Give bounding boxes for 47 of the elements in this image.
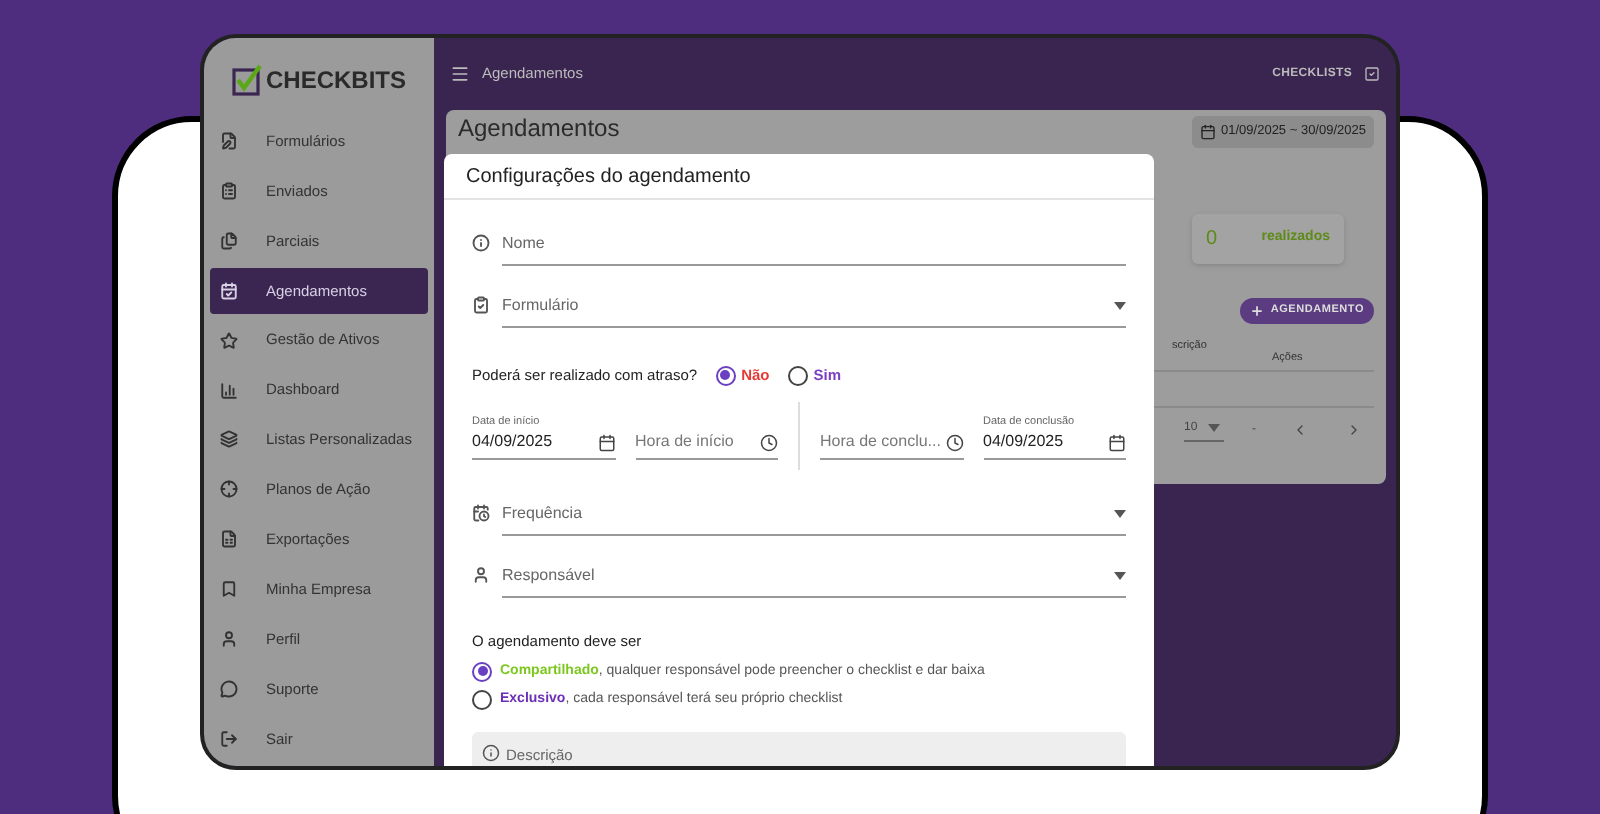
page-title: Agendamentos: [458, 116, 620, 142]
star-icon: [220, 331, 238, 350]
user-icon: [472, 566, 490, 585]
clipboard-check-icon: [472, 296, 490, 314]
files-icon: [220, 231, 238, 250]
info-icon: [472, 234, 490, 252]
layers-icon: [220, 430, 238, 449]
time-field[interactable]: Hora de conclu...: [820, 430, 963, 461]
time-field[interactable]: Hora de início: [635, 430, 778, 461]
crosshair-icon: [220, 480, 238, 499]
radio-button[interactable]: [472, 661, 492, 682]
calendar-check-icon: [220, 281, 238, 300]
calendar-icon: [1108, 433, 1126, 452]
menu-icon[interactable]: [450, 64, 470, 84]
clock-icon: [945, 433, 963, 452]
previous-page-icon[interactable]: [1292, 422, 1308, 438]
caret-icon: [1114, 301, 1126, 309]
spreadsheet-icon: [220, 530, 238, 549]
next-page-icon[interactable]: [1346, 422, 1362, 438]
chat-bubble-icon: [220, 680, 238, 699]
dialog-title: Configurações do agendamento: [466, 163, 751, 191]
logo-text: CHECKBITS: [265, 63, 406, 98]
bookmark-icon: [220, 580, 238, 599]
clipboard-list-icon: [220, 181, 238, 200]
select-field[interactable]: Formulário: [502, 288, 1126, 328]
caret-icon: [1114, 509, 1126, 518]
info-icon: [482, 743, 500, 761]
clock-icon: [760, 433, 778, 452]
select-field[interactable]: Responsável: [502, 558, 1126, 599]
caret-icon: [1207, 424, 1220, 432]
calendar-clock-icon: [472, 504, 490, 523]
user-icon: [220, 630, 238, 649]
checked-square-icon[interactable]: [1364, 66, 1380, 82]
calendar-icon: [1199, 124, 1216, 140]
file-pen-icon: [220, 131, 238, 150]
bar-chart-icon: [220, 381, 238, 400]
input-field[interactable]: Nome: [502, 226, 1126, 266]
logout-icon: [220, 730, 238, 749]
radio-button[interactable]: [472, 690, 492, 711]
checkbox-logo-icon: [231, 63, 264, 96]
radio-button[interactable]: [715, 365, 736, 386]
stat-value: 0: [1206, 226, 1218, 254]
calendar-icon: [597, 433, 615, 452]
caret-icon: [1114, 571, 1126, 580]
radio-button[interactable]: [787, 365, 808, 386]
select-field[interactable]: Frequência: [502, 496, 1126, 537]
plus-icon: [1250, 304, 1265, 318]
